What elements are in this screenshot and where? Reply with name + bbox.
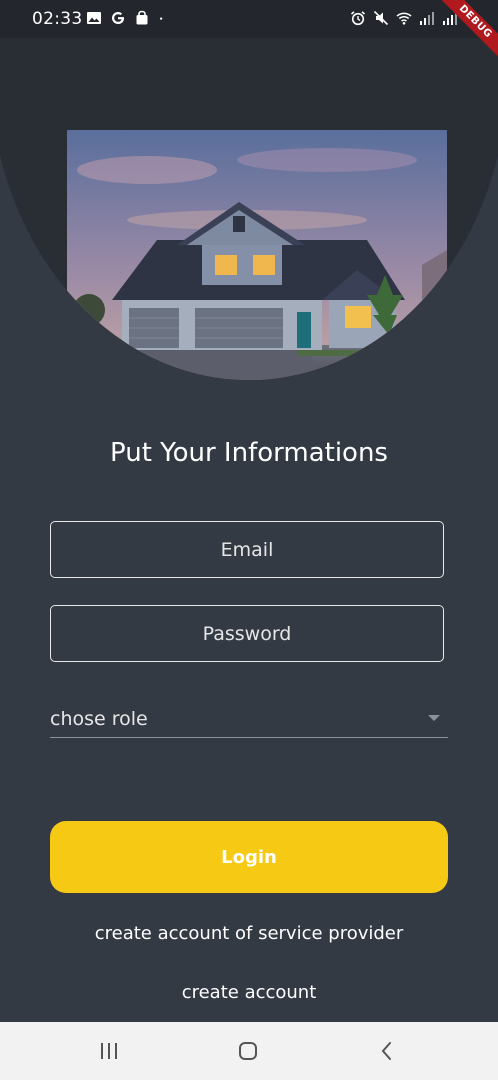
mute-icon xyxy=(373,10,389,26)
email-field[interactable] xyxy=(50,521,444,578)
alarm-icon xyxy=(350,11,366,26)
debug-banner: DEBUG xyxy=(438,0,498,60)
back-button[interactable] xyxy=(372,1038,402,1064)
login-screen: 02:33 DEBUG Put Your Informations Email … xyxy=(0,0,498,1080)
create-provider-account-link[interactable]: create account of service provider xyxy=(0,923,498,944)
status-bar: 02:33 xyxy=(0,0,498,38)
role-select[interactable]: chose role xyxy=(50,700,448,738)
caret-down-icon xyxy=(428,715,440,721)
gallery-icon xyxy=(87,12,101,24)
hero-circle xyxy=(0,0,498,380)
home-button[interactable] xyxy=(233,1038,263,1064)
status-time: 02:33 xyxy=(32,9,83,29)
back-icon xyxy=(381,1042,391,1060)
debug-ribbon: DEBUG xyxy=(438,0,498,60)
recents-icon xyxy=(101,1043,117,1059)
house-photo xyxy=(67,130,447,380)
recents-button[interactable] xyxy=(94,1038,124,1064)
wifi-icon xyxy=(396,12,412,25)
google-icon xyxy=(112,12,124,24)
login-button[interactable]: Login xyxy=(50,821,448,893)
role-select-text: chose role xyxy=(50,708,148,730)
page-title: Put Your Informations xyxy=(110,438,388,468)
status-left-icons xyxy=(86,10,168,26)
home-icon xyxy=(239,1042,257,1060)
bag-icon xyxy=(136,10,148,25)
navigation-bar xyxy=(0,1022,498,1080)
dot-icon xyxy=(160,17,163,20)
signal-icon xyxy=(420,12,434,25)
password-field[interactable] xyxy=(50,605,444,662)
create-account-link[interactable]: create account xyxy=(0,982,498,1003)
